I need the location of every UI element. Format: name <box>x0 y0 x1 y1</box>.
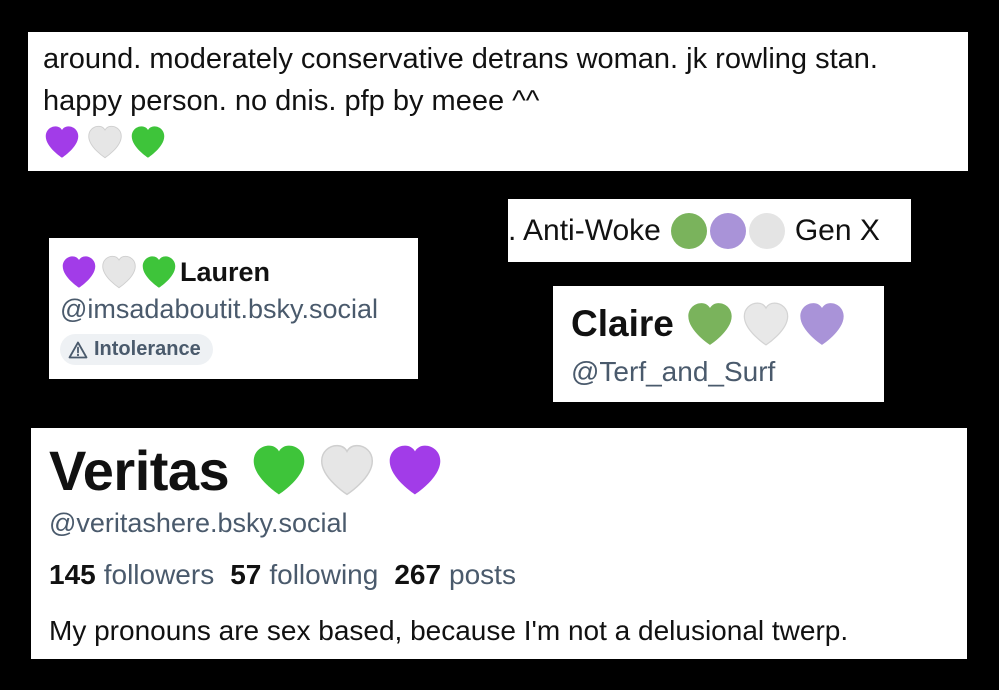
green-circle-icon <box>670 212 707 249</box>
claire-profile-card[interactable]: Claire @Terf_and_Surf <box>553 286 884 402</box>
purple-heart-icon <box>62 256 96 288</box>
white-circle-icon <box>748 212 785 249</box>
followers-count: 145 <box>49 559 96 590</box>
followers-stat[interactable]: 145 followers <box>49 559 214 591</box>
profile-description: My pronouns are sex based, because I'm n… <box>49 615 849 646</box>
display-name: Veritas <box>49 438 230 502</box>
green-heart-icon <box>131 126 165 158</box>
veritas-profile-card: Veritas @veritashere.bsky.social 145 foll… <box>31 428 967 659</box>
lauren-profile-card[interactable]: Lauren @imsadaboutit.bsky.social Intoler… <box>49 238 418 379</box>
white-heart-icon <box>88 125 122 159</box>
white-heart-icon <box>321 444 374 496</box>
bio-line-1: around. moderately conservative detrans … <box>43 43 878 75</box>
following-label: following <box>269 559 379 590</box>
posts-label: posts <box>449 559 516 590</box>
bio-line-2: happy person. no dnis. pfp by meee ^^ <box>43 85 540 117</box>
display-name: Lauren <box>180 256 271 287</box>
moderation-label-text: Intolerance <box>94 338 201 360</box>
user-handle[interactable]: @imsadaboutit.bsky.social <box>60 294 418 325</box>
posts-stat: 267 posts <box>394 559 516 591</box>
purple-heart-icon <box>389 445 441 495</box>
bio-card: around. moderately conservative detrans … <box>28 32 968 171</box>
purple-circle-icon <box>709 212 746 249</box>
user-handle[interactable]: @Terf_and_Surf <box>571 356 884 388</box>
bio-hearts <box>43 124 968 160</box>
following-count: 57 <box>230 559 262 590</box>
anti-woke-text: . Anti-Woke <box>508 213 661 247</box>
user-handle: @veritashere.bsky.social <box>49 508 348 538</box>
white-heart-icon <box>743 302 789 346</box>
purple-heart-icon <box>800 303 844 345</box>
posts-count: 267 <box>394 559 442 590</box>
green-heart-icon <box>142 256 176 288</box>
warning-icon <box>68 341 88 358</box>
white-heart-icon <box>102 255 136 289</box>
followers-label: followers <box>103 559 215 590</box>
following-stat[interactable]: 57 following <box>230 559 378 591</box>
green-heart-icon <box>253 445 305 495</box>
purple-heart-icon <box>45 126 79 158</box>
profile-stats: 145 followers 57 following 267 posts <box>49 559 967 591</box>
moderation-label[interactable]: Intolerance <box>60 334 213 365</box>
green-heart-icon <box>688 303 732 345</box>
display-name-row: Veritas <box>49 434 967 506</box>
gen-x-text: Gen X <box>794 213 880 247</box>
display-name: Claire <box>571 303 674 344</box>
display-name-row: Claire <box>571 298 884 350</box>
anti-woke-card: . Anti-Woke Gen X <box>508 199 911 262</box>
display-name-row: Lauren <box>60 252 418 292</box>
